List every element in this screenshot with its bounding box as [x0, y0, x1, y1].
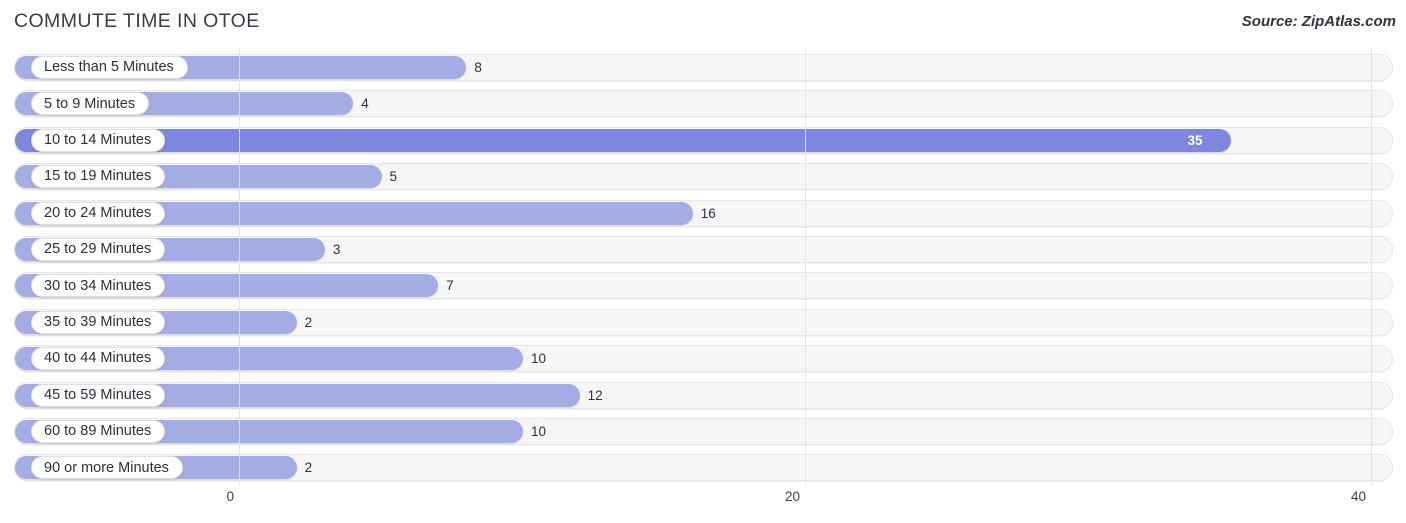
- table-row[interactable]: 5 to 9 Minutes 4: [14, 90, 1393, 118]
- bar-value-label: 2: [304, 314, 313, 330]
- table-row[interactable]: 35 to 39 Minutes 2: [14, 308, 1393, 336]
- bar-category-label-text: 35 to 39 Minutes: [44, 314, 152, 331]
- bar-value-label: 12: [587, 387, 603, 403]
- bar-category-label: 25 to 29 Minutes: [31, 238, 166, 261]
- bar-category-label-text: 10 to 14 Minutes: [44, 132, 152, 149]
- table-row[interactable]: 20 to 24 Minutes 16: [14, 199, 1393, 227]
- bar-category-label-text: 5 to 9 Minutes: [44, 95, 136, 112]
- table-row[interactable]: 90 or more Minutes 2: [14, 454, 1393, 482]
- table-row[interactable]: 15 to 19 Minutes 5: [14, 163, 1393, 191]
- bar-rows: Less than 5 Minutes 8 5 to 9 Minutes 4 10 to…: [0, 48, 1406, 485]
- x-axis: 0 20 40: [0, 485, 1406, 523]
- bar-value-label: 7: [446, 278, 454, 294]
- bar-category-label: 90 or more Minutes: [31, 456, 183, 480]
- bar-category-label: 40 to 44 Minutes: [31, 347, 166, 371]
- source-attribution: Source: ZipAtlas.com: [1241, 13, 1396, 30]
- bar-category-label-text: 15 to 19 Minutes: [44, 168, 152, 185]
- bar-category-label: 35 to 39 Minutes: [31, 310, 166, 334]
- table-row[interactable]: 10 to 14 Minutes 35: [14, 126, 1393, 154]
- bar-value-label: 16: [700, 205, 716, 221]
- bar-category-label: Less than 5 Minutes: [31, 56, 188, 79]
- bar-category-label-text: 60 to 89 Minutes: [44, 423, 152, 440]
- chart-header: COMMUTE TIME IN OTOE Source: ZipAtlas.co…: [0, 0, 1406, 46]
- bar[interactable]: [15, 128, 1231, 152]
- bar-category-label-text: 45 to 59 Minutes: [44, 386, 152, 403]
- bar-category-label: 5 to 9 Minutes: [31, 92, 150, 116]
- bar-category-label-text: 20 to 24 Minutes: [44, 204, 152, 221]
- x-axis-tick-label: 40: [1350, 489, 1366, 504]
- page-title: COMMUTE TIME IN OTOE: [14, 10, 260, 32]
- table-row[interactable]: 25 to 29 Minutes 3: [14, 236, 1393, 263]
- x-axis-tick-label: 20: [784, 489, 800, 504]
- bar-value-label: 2: [304, 460, 313, 476]
- bar-category-label: 45 to 59 Minutes: [31, 383, 166, 407]
- bar-category-label-text: 25 to 29 Minutes: [44, 241, 152, 258]
- table-row[interactable]: 30 to 34 Minutes 7: [14, 272, 1393, 300]
- bar-category-label: 15 to 19 Minutes: [31, 165, 166, 189]
- bar-value-label: 10: [531, 351, 547, 367]
- bar-category-label-text: Less than 5 Minutes: [44, 59, 174, 76]
- bar-value-label: 8: [474, 60, 482, 75]
- bar-value-label: 5: [389, 169, 398, 185]
- bar-value-label: 10: [531, 424, 547, 439]
- bar-value-label: 4: [361, 96, 369, 112]
- table-row[interactable]: 45 to 59 Minutes 12: [14, 381, 1393, 409]
- bar-category-label: 30 to 34 Minutes: [31, 274, 166, 298]
- plot-area: Less than 5 Minutes 8 5 to 9 Minutes 4 10 to…: [0, 48, 1406, 485]
- table-row[interactable]: Less than 5 Minutes 8: [14, 54, 1393, 81]
- bar-category-label-text: 90 or more Minutes: [44, 459, 169, 476]
- bar-category-label: 60 to 89 Minutes: [31, 420, 166, 443]
- bar-value-label-inside: 35: [1187, 132, 1203, 148]
- bar-value-label: 3: [332, 242, 341, 257]
- x-axis-tick-label: 0: [226, 489, 234, 504]
- commute-time-chart: COMMUTE TIME IN OTOE Source: ZipAtlas.co…: [0, 0, 1406, 523]
- table-row[interactable]: 60 to 89 Minutes 10: [14, 418, 1393, 445]
- bar-category-label: 10 to 14 Minutes: [31, 128, 166, 152]
- table-row[interactable]: 40 to 44 Minutes 10: [14, 345, 1393, 373]
- bar-category-label-text: 30 to 34 Minutes: [44, 277, 152, 294]
- bar-category-label-text: 40 to 44 Minutes: [44, 350, 152, 367]
- bar-category-label: 20 to 24 Minutes: [31, 201, 166, 225]
